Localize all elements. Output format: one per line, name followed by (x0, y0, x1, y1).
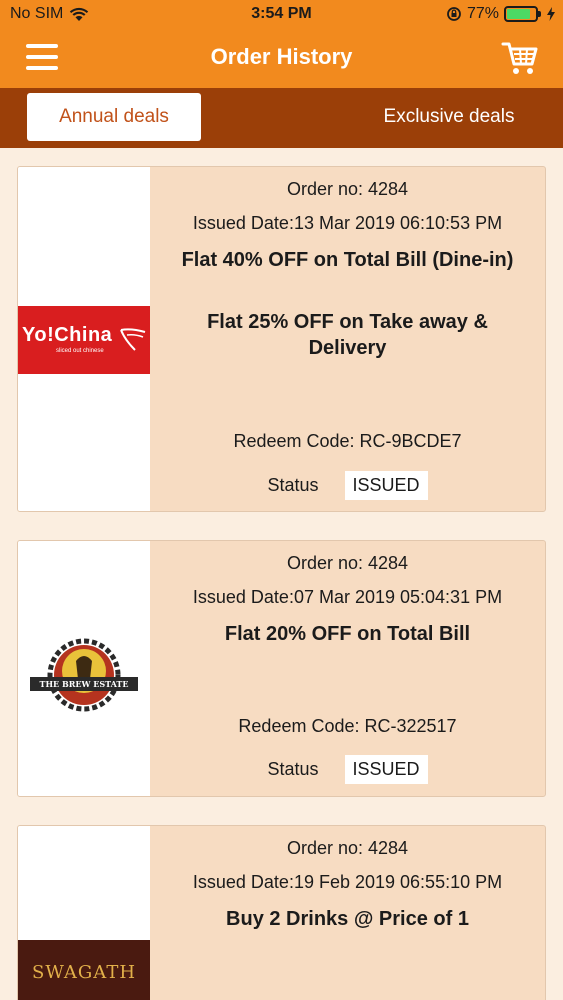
redeem-code: Redeem Code: RC-9BCDE7 (233, 431, 462, 451)
issued-date: Issued Date:19 Feb 2019 06:55:10 PM (192, 872, 503, 892)
yochina-logo: Yo!China sliced out chinese (18, 306, 150, 374)
cart-button[interactable] (501, 40, 539, 76)
page-title: Order History (210, 44, 353, 69)
cart-icon (501, 42, 538, 74)
charging-icon (547, 7, 555, 21)
svg-text:THE BREW ESTATE: THE BREW ESTATE (40, 679, 129, 689)
offer-text: Flat 40% OFF on Total Bill (Dine-in) (181, 249, 514, 271)
battery-percent: 77% (466, 5, 499, 22)
order-number: Order no: 4284 (286, 553, 409, 573)
order-card[interactable]: Yo!China sliced out chinese Order no: 42… (17, 166, 546, 512)
restaurant-logo-pane: Yo!China sliced out chinese (18, 167, 150, 511)
status-label: Status (267, 475, 319, 495)
swagath-logo: SWAGATH (18, 940, 150, 1000)
restaurant-logo-pane: THE BREW ESTATE (18, 541, 150, 796)
offer-text: Flat 20% OFF on Total Bill (224, 623, 471, 645)
tab-exclusive-deals[interactable]: Exclusive deals (362, 93, 536, 141)
order-details: Order no: 4284 Issued Date:13 Mar 2019 0… (150, 167, 545, 511)
order-number: Order no: 4284 (286, 179, 409, 199)
tab-annual-deals[interactable]: Annual deals (27, 93, 201, 141)
offer-text: Flat 25% OFF on Take away & Delivery (207, 311, 488, 359)
order-card[interactable]: THE BREW ESTATE Order no: 4284 Issued Da… (17, 540, 546, 797)
brew-estate-logo: THE BREW ESTATE (30, 638, 138, 712)
deal-tabs: Annual deals Exclusive deals (0, 88, 563, 148)
status-badge: ISSUED (344, 471, 428, 500)
order-details: Order no: 4284 Issued Date:07 Mar 2019 0… (150, 541, 545, 796)
status-bar: No SIM 3:54 PM 77% (0, 0, 563, 28)
order-details: Order no: 4284 Issued Date:19 Feb 2019 0… (150, 826, 545, 1000)
app-header: Order History (0, 28, 563, 88)
restaurant-logo-pane: SWAGATH (18, 826, 150, 1000)
status-badge: ISSUED (344, 755, 428, 784)
order-number: Order no: 4284 (286, 838, 409, 858)
offer-text: Buy 2 Drinks @ Price of 1 (226, 908, 469, 930)
status-label: Status (267, 759, 319, 779)
battery-icon (504, 6, 541, 22)
redeem-code: Redeem Code: RC-322517 (238, 716, 457, 736)
rotation-lock-icon (447, 7, 461, 21)
issued-date: Issued Date:07 Mar 2019 05:04:31 PM (192, 587, 503, 607)
chopsticks-icon (120, 328, 146, 351)
order-card[interactable]: SWAGATH Order no: 4284 Issued Date:19 Fe… (17, 825, 546, 1000)
issued-date: Issued Date:13 Mar 2019 06:10:53 PM (192, 213, 503, 233)
